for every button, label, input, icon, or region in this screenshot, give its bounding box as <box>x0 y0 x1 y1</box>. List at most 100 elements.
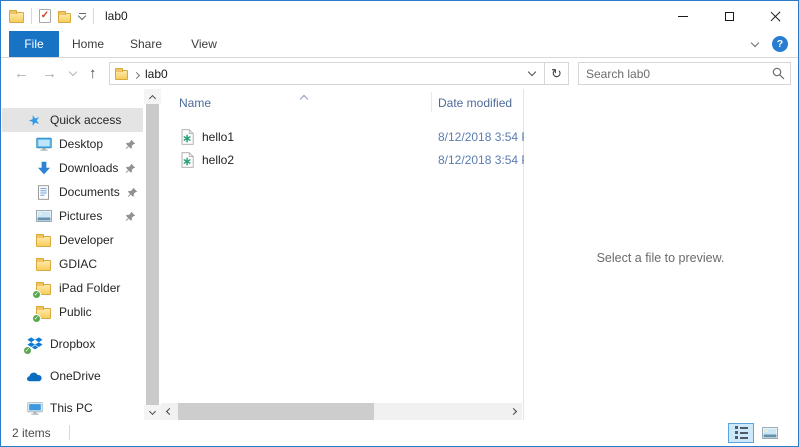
pin-icon <box>125 211 136 222</box>
file-date-modified: 8/12/2018 3:54 PM <box>438 153 524 167</box>
separator <box>69 425 70 440</box>
back-button[interactable]: ← <box>14 66 29 81</box>
file-list-pane: Name Date modified hello1 8/12/2018 3:54… <box>161 89 524 420</box>
sidebar-item-label: Downloads <box>59 161 118 175</box>
help-icon[interactable]: ? <box>772 36 788 52</box>
forward-button[interactable]: → <box>42 66 57 81</box>
address-folder-icon <box>115 70 128 80</box>
address-dropdown-chevron-icon[interactable] <box>520 63 544 84</box>
file-rows: hello1 8/12/2018 3:54 PM hello2 8/12/201… <box>161 125 523 171</box>
maximize-icon <box>725 12 734 21</box>
scrollbar-thumb[interactable] <box>178 403 374 420</box>
maximize-button[interactable] <box>706 1 752 31</box>
column-divider[interactable] <box>431 92 432 112</box>
minimize-icon <box>678 16 688 17</box>
new-folder-icon[interactable] <box>58 13 71 23</box>
scrollbar-thumb[interactable] <box>146 104 159 405</box>
source-file-icon <box>181 129 194 145</box>
file-row-hello1[interactable]: hello1 8/12/2018 3:54 PM <box>161 125 523 148</box>
sidebar-item-label: OneDrive <box>50 369 101 383</box>
column-header-date-modified[interactable]: Date modified <box>438 96 523 110</box>
sidebar-item-label: Desktop <box>59 137 103 151</box>
file-name: hello2 <box>202 153 234 167</box>
minimize-button[interactable] <box>660 1 706 31</box>
sidebar-item-desktop[interactable]: Desktop <box>2 132 143 156</box>
large-icons-view-button[interactable] <box>757 423 783 443</box>
sidebar-item-this-pc[interactable]: This PC <box>2 396 143 420</box>
details-view-button[interactable] <box>728 423 754 443</box>
sidebar-scrollbar[interactable] <box>144 89 161 420</box>
pin-icon <box>125 163 136 174</box>
sidebar-item-label: GDIAC <box>59 257 97 271</box>
sidebar-item-onedrive[interactable]: OneDrive <box>2 364 143 388</box>
file-explorer-window: lab0 File Home Share View ? ← → ↑ lab0 <box>0 0 799 447</box>
scroll-right-icon[interactable] <box>505 403 522 420</box>
explorer-folder-icon <box>9 12 24 23</box>
tab-file[interactable]: File <box>9 31 59 57</box>
tab-view[interactable]: View <box>175 31 233 57</box>
scroll-up-icon[interactable] <box>144 89 161 104</box>
search-icon[interactable] <box>766 67 790 80</box>
sidebar-item-public[interactable]: Public <box>2 300 143 324</box>
navigation-toolbar: ← → ↑ lab0 ↻ <box>1 58 798 89</box>
view-toggle-buttons <box>728 423 797 443</box>
close-button[interactable] <box>752 1 798 31</box>
monitor-icon <box>35 136 52 152</box>
sort-ascending-icon[interactable] <box>300 95 308 103</box>
column-header-name[interactable]: Name <box>179 96 211 110</box>
file-row-hello2[interactable]: hello2 8/12/2018 3:54 PM <box>161 148 523 171</box>
sidebar-item-dropbox[interactable]: Dropbox <box>2 332 143 356</box>
sidebar-item-quick-access[interactable]: ★ Quick access <box>2 108 143 132</box>
refresh-icon[interactable]: ↻ <box>545 63 568 84</box>
source-file-icon <box>181 152 194 168</box>
horizontal-scrollbar[interactable] <box>161 403 522 420</box>
search-input[interactable] <box>579 67 766 81</box>
sidebar-item-label: Developer <box>59 233 114 247</box>
sidebar-item-developer[interactable]: Developer <box>2 228 143 252</box>
sidebar-item-label: Public <box>59 305 92 319</box>
quick-access-toolbar: lab0 <box>1 8 128 24</box>
sidebar-item-downloads[interactable]: Downloads <box>2 156 143 180</box>
sidebar-item-pictures[interactable]: Pictures <box>2 204 143 228</box>
scroll-left-icon[interactable] <box>161 403 178 420</box>
ribbon-right-controls: ? <box>752 31 798 57</box>
folder-icon <box>35 232 52 248</box>
computer-icon <box>26 400 43 416</box>
address-bar[interactable]: lab0 ↻ <box>109 62 569 85</box>
window-controls <box>660 1 798 31</box>
breadcrumb-path[interactable]: lab0 <box>145 67 168 81</box>
separator <box>93 8 94 24</box>
file-name: hello1 <box>202 130 234 144</box>
sidebar-item-documents[interactable]: Documents <box>2 180 143 204</box>
expand-ribbon-chevron-icon[interactable] <box>751 38 759 46</box>
sidebar-item-label: Pictures <box>59 209 102 223</box>
tab-home[interactable]: Home <box>59 31 117 57</box>
breadcrumb-chevron-icon[interactable] <box>134 67 139 81</box>
sidebar-item-label: This PC <box>50 401 93 415</box>
sidebar-item-gdiac[interactable]: GDIAC <box>2 252 143 276</box>
window-title: lab0 <box>105 9 128 23</box>
up-button[interactable]: ↑ <box>89 66 97 81</box>
nav-buttons: ← → ↑ <box>1 66 109 81</box>
sync-check-badge <box>32 314 41 323</box>
item-count: 2 items <box>2 426 51 440</box>
customize-toolbar-chevron-icon[interactable] <box>78 13 86 19</box>
preview-pane: Select a file to preview. <box>524 89 797 420</box>
document-icon <box>35 184 52 200</box>
scroll-down-icon[interactable] <box>144 405 161 420</box>
sidebar-item-label: Dropbox <box>50 337 95 351</box>
status-bar: 2 items <box>2 420 797 445</box>
folder-synced-icon <box>35 280 52 296</box>
folder-synced-icon <box>35 304 52 320</box>
details-view-icon <box>735 426 748 439</box>
folder-icon <box>35 256 52 272</box>
preview-empty-message: Select a file to preview. <box>524 251 797 265</box>
ribbon-tab-bar: File Home Share View ? <box>1 31 798 58</box>
recent-locations-chevron-icon[interactable] <box>69 68 77 76</box>
sidebar-item-ipad-folder[interactable]: iPad Folder <box>2 276 143 300</box>
properties-icon[interactable] <box>39 9 51 23</box>
main-area: ★ Quick access Desktop Downloads <box>2 89 797 420</box>
pin-icon <box>125 139 136 150</box>
separator <box>31 8 32 24</box>
tab-share[interactable]: Share <box>117 31 175 57</box>
